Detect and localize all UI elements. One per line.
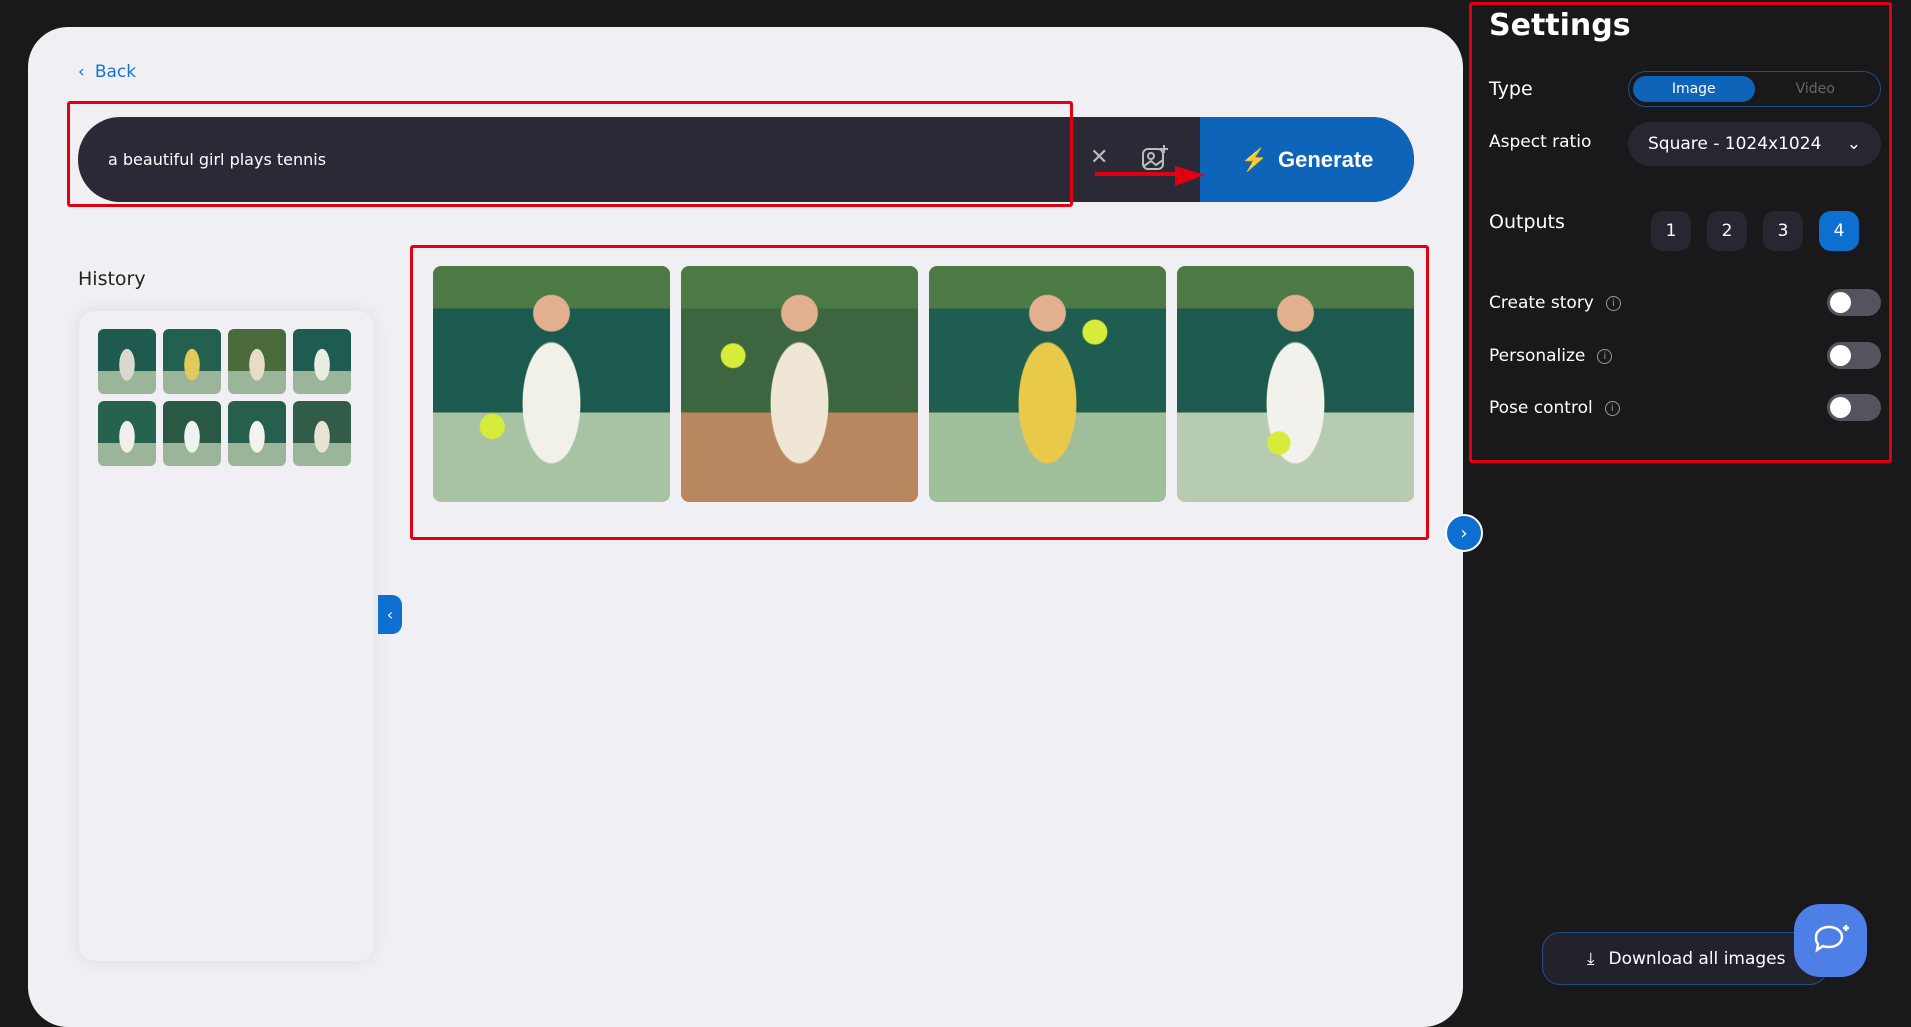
type-label: Type: [1489, 78, 1533, 100]
download-all-button[interactable]: ⤓ Download all images: [1542, 932, 1828, 985]
lightning-icon: ⚡: [1240, 146, 1268, 172]
outputs-label: Outputs: [1489, 211, 1565, 233]
history-thumbnail[interactable]: [293, 329, 351, 394]
back-label: Back: [94, 62, 137, 82]
result-image[interactable]: [1177, 266, 1414, 502]
outputs-option-3[interactable]: 3: [1763, 211, 1803, 251]
history-panel: [79, 311, 374, 961]
history-thumbnail[interactable]: [228, 401, 286, 466]
history-thumbnail[interactable]: [293, 401, 351, 466]
chat-icon: [1814, 924, 1849, 953]
download-icon: ⤓: [1587, 948, 1595, 969]
annotation-arrow: [1095, 166, 1205, 186]
history-thumbnail[interactable]: [163, 329, 221, 394]
chevron-down-icon: ⌄: [1846, 134, 1861, 154]
settings-title: Settings: [1489, 8, 1631, 43]
aspect-ratio-label: Aspect ratio: [1489, 132, 1592, 152]
result-image[interactable]: [929, 266, 1166, 502]
info-icon[interactable]: i: [1605, 295, 1621, 311]
aspect-ratio-value: Square - 1024x1024: [1648, 134, 1822, 154]
collapse-history-button[interactable]: ‹: [378, 595, 402, 634]
type-option-video[interactable]: Video: [1755, 76, 1877, 102]
history-thumbnail[interactable]: [98, 329, 156, 394]
pose-control-toggle[interactable]: [1827, 394, 1881, 421]
prompt-input[interactable]: [108, 117, 1068, 202]
history-thumbnail[interactable]: [228, 329, 286, 394]
generate-button[interactable]: ⚡ Generate: [1200, 117, 1414, 202]
type-toggle: Image Video: [1628, 71, 1881, 107]
prompt-bar: ✕ ⚡ Generate: [78, 117, 1414, 202]
create-story-label: Create story: [1489, 293, 1594, 313]
personalize-toggle[interactable]: [1827, 342, 1881, 369]
info-icon[interactable]: i: [1597, 348, 1613, 364]
info-icon[interactable]: i: [1604, 400, 1620, 416]
type-option-image[interactable]: Image: [1633, 76, 1755, 102]
generate-label: Generate: [1278, 146, 1374, 172]
chat-support-button[interactable]: [1794, 904, 1867, 977]
create-story-toggle[interactable]: [1827, 289, 1881, 316]
aspect-ratio-dropdown[interactable]: Square - 1024x1024 ⌄: [1628, 122, 1881, 166]
result-image[interactable]: [681, 266, 918, 502]
chevron-left-icon: ‹: [78, 62, 85, 82]
expand-settings-button[interactable]: ›: [1445, 514, 1483, 552]
back-link[interactable]: ‹ Back: [78, 62, 136, 82]
outputs-option-2[interactable]: 2: [1707, 211, 1747, 251]
result-image[interactable]: [433, 266, 670, 502]
outputs-option-1[interactable]: 1: [1651, 211, 1691, 251]
download-label: Download all images: [1608, 948, 1786, 969]
outputs-option-4[interactable]: 4: [1819, 211, 1859, 251]
history-thumbnail[interactable]: [98, 401, 156, 466]
personalize-label: Personalize: [1489, 346, 1586, 366]
history-thumbnail[interactable]: [163, 401, 221, 466]
history-title: History: [78, 268, 146, 290]
pose-control-label: Pose control: [1489, 398, 1593, 418]
